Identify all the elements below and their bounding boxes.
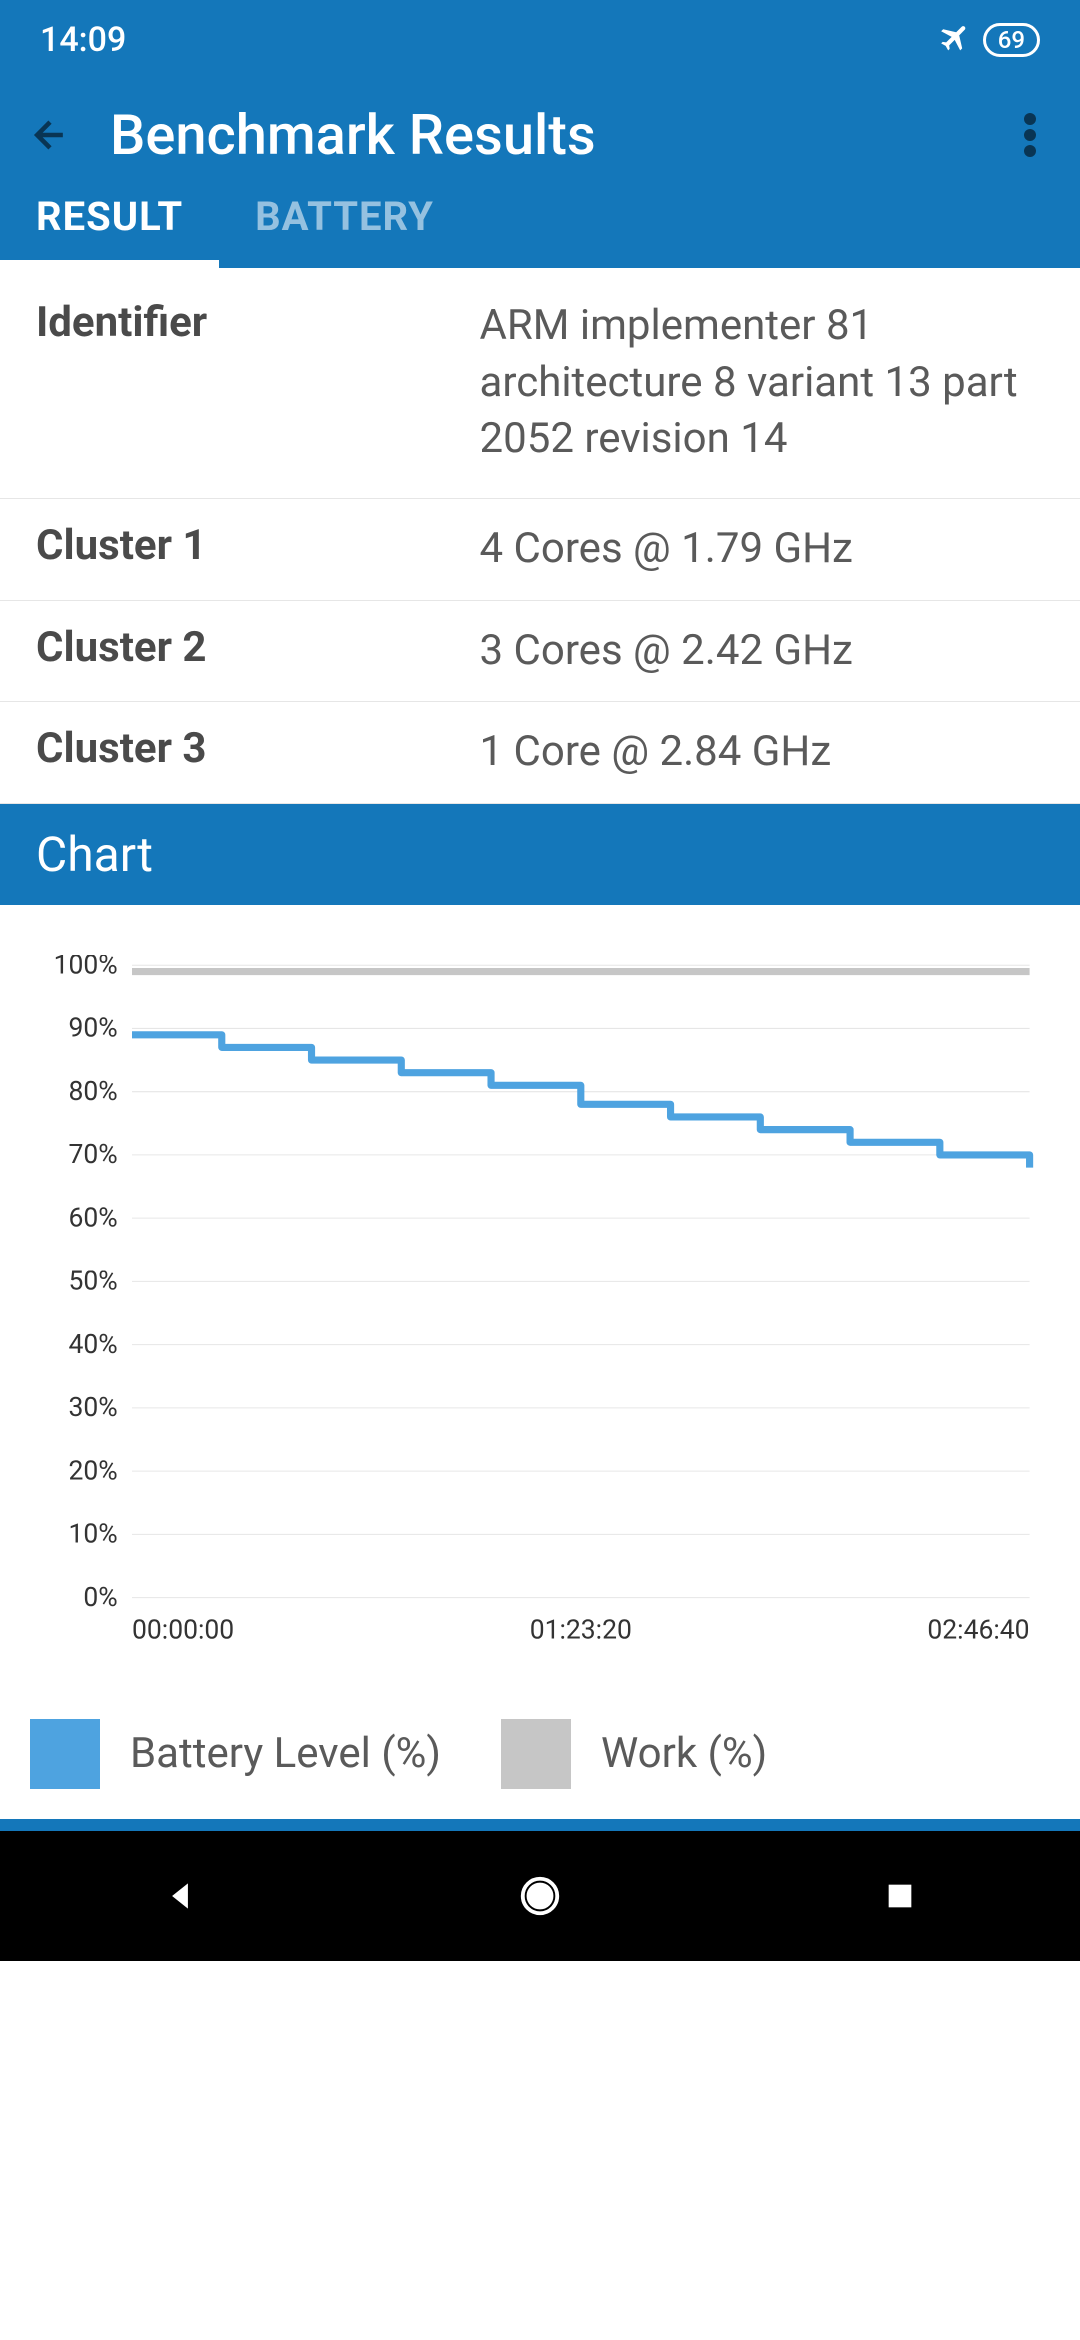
airplane-mode-icon bbox=[924, 13, 978, 67]
back-button[interactable] bbox=[20, 105, 80, 165]
svg-text:60%: 60% bbox=[69, 1202, 118, 1233]
row-value: 3 Cores @ 2.42 GHz bbox=[480, 623, 1044, 680]
row-label: Cluster 2 bbox=[36, 623, 480, 680]
row-value: 1 Core @ 2.84 GHz bbox=[480, 724, 1044, 781]
row-label: Cluster 1 bbox=[36, 521, 480, 578]
svg-text:70%: 70% bbox=[69, 1139, 118, 1170]
battery-level-badge: 69 bbox=[983, 23, 1040, 57]
table-row: Cluster 1 4 Cores @ 1.79 GHz bbox=[0, 499, 1080, 601]
tab-result[interactable]: RESULT bbox=[0, 173, 219, 268]
legend-swatch-icon bbox=[501, 1719, 571, 1789]
svg-text:02:46:40: 02:46:40 bbox=[927, 1615, 1029, 1646]
svg-text:0%: 0% bbox=[83, 1582, 117, 1613]
legend-swatch-icon bbox=[30, 1719, 100, 1789]
table-row: Cluster 3 1 Core @ 2.84 GHz bbox=[0, 702, 1080, 804]
table-row: Identifier ARM implementer 81 architectu… bbox=[0, 268, 1080, 499]
legend-item-battery: Battery Level (%) bbox=[30, 1719, 441, 1789]
chart-section-header: Chart bbox=[0, 804, 1080, 905]
legend-item-work: Work (%) bbox=[501, 1719, 767, 1789]
bottom-accent bbox=[0, 1819, 1080, 1831]
svg-text:50%: 50% bbox=[69, 1266, 118, 1297]
navigation-bar bbox=[0, 1831, 1080, 1961]
chart-container: 100% 90% 80% 70% 60% 50% 40% 30% 20% 10% 0% 00:00:0… bbox=[0, 905, 1080, 1679]
svg-text:40%: 40% bbox=[69, 1329, 118, 1360]
info-table: Identifier ARM implementer 81 architectu… bbox=[0, 268, 1080, 804]
svg-text:80%: 80% bbox=[69, 1076, 118, 1107]
svg-text:20%: 20% bbox=[69, 1455, 118, 1486]
status-bar: 14:09 69 bbox=[0, 0, 1080, 80]
row-label: Identifier bbox=[36, 298, 480, 468]
table-row: Cluster 2 3 Cores @ 2.42 GHz bbox=[0, 601, 1080, 703]
svg-text:10%: 10% bbox=[69, 1519, 118, 1550]
row-value: ARM implementer 81 architecture 8 varian… bbox=[480, 298, 1044, 468]
nav-back-button[interactable] bbox=[150, 1866, 210, 1926]
legend-label: Work (%) bbox=[601, 1729, 767, 1778]
tab-battery[interactable]: BATTERY bbox=[219, 173, 470, 268]
battery-work-chart: 100% 90% 80% 70% 60% 50% 40% 30% 20% 10% 0% 00:00:0… bbox=[30, 955, 1050, 1649]
svg-text:01:23:20: 01:23:20 bbox=[530, 1615, 632, 1646]
nav-recents-button[interactable] bbox=[870, 1866, 930, 1926]
legend-label: Battery Level (%) bbox=[130, 1729, 441, 1778]
svg-text:100%: 100% bbox=[54, 955, 118, 980]
tabs: RESULT BATTERY bbox=[0, 190, 1080, 268]
row-value: 4 Cores @ 1.79 GHz bbox=[480, 521, 1044, 578]
page-title: Benchmark Results bbox=[110, 102, 1000, 168]
chart-legend: Battery Level (%) Work (%) bbox=[0, 1679, 1080, 1819]
nav-home-button[interactable] bbox=[510, 1866, 570, 1926]
svg-text:30%: 30% bbox=[69, 1392, 118, 1423]
status-icons: 69 bbox=[935, 19, 1040, 62]
row-label: Cluster 3 bbox=[36, 724, 480, 781]
overflow-menu-button[interactable] bbox=[1000, 105, 1060, 165]
status-time: 14:09 bbox=[40, 20, 126, 60]
svg-text:90%: 90% bbox=[69, 1013, 118, 1044]
svg-text:00:00:00: 00:00:00 bbox=[132, 1615, 234, 1646]
